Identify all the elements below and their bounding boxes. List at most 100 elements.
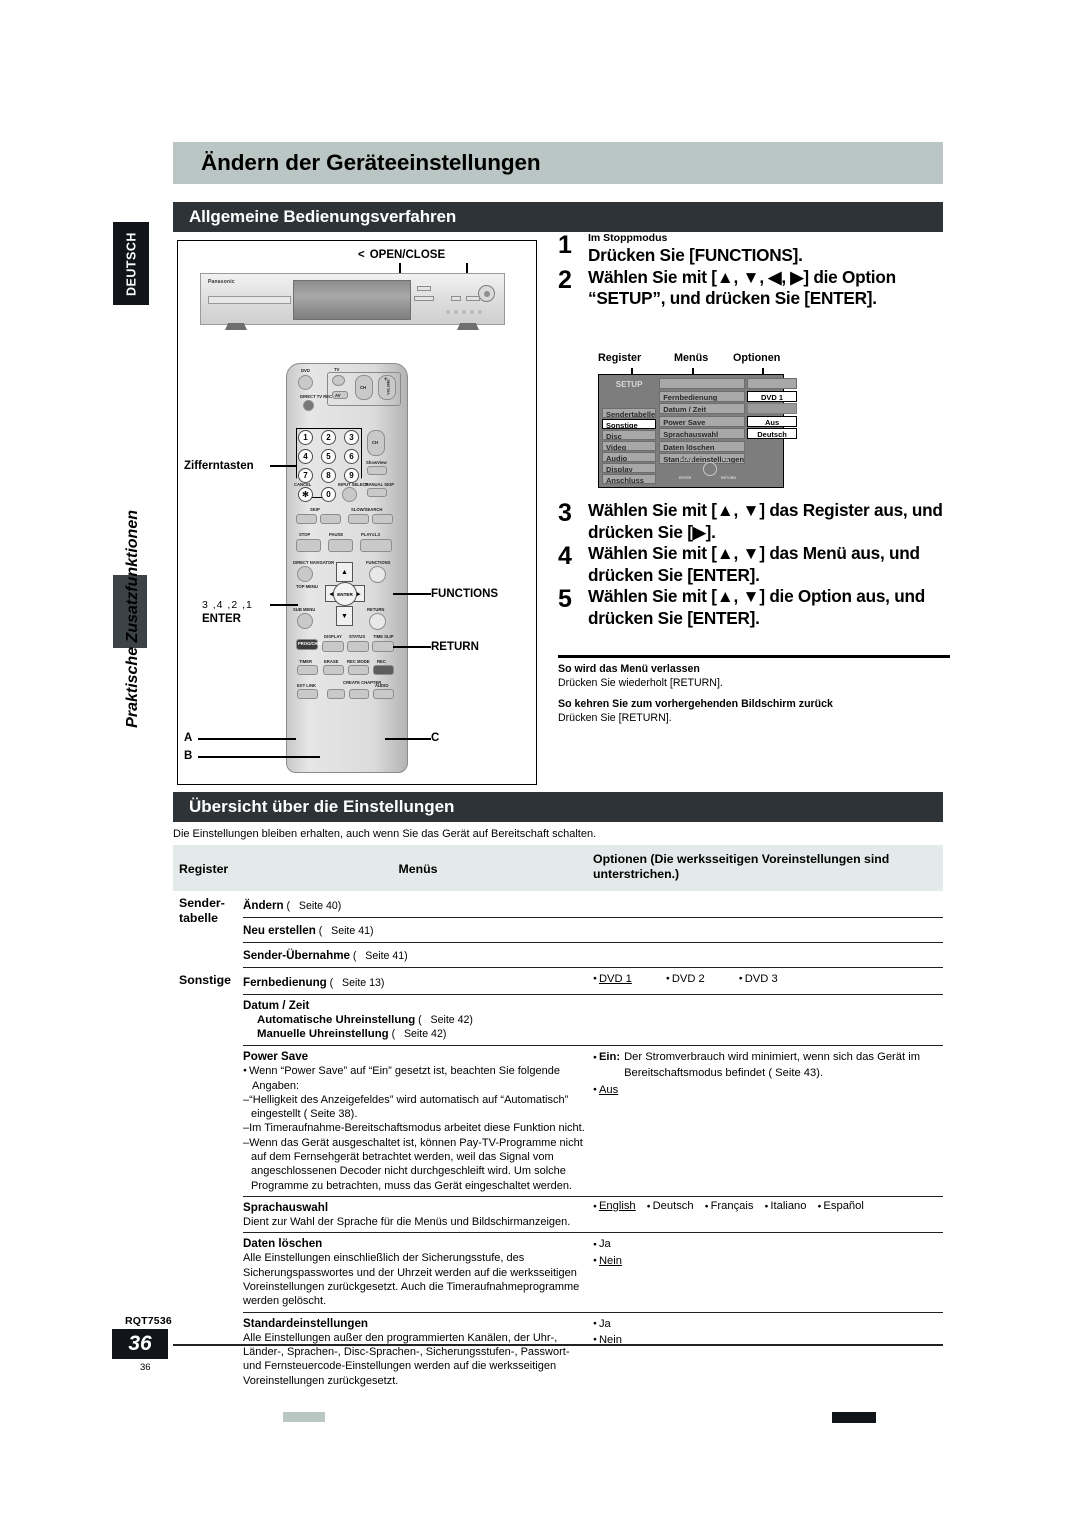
display-button[interactable] — [322, 641, 344, 652]
num-key-9[interactable]: 9 — [344, 468, 359, 483]
osd-menu-power-save[interactable]: Power Save — [659, 415, 746, 427]
ext-link-button[interactable] — [297, 689, 318, 699]
table-row: Sender-Übernahme ( Seite 41) — [243, 943, 943, 968]
osd-tab-video[interactable]: Video — [602, 441, 657, 451]
manual-page: DEUTSCH Praktische Zusatzfunktionen Ände… — [0, 0, 1080, 1528]
remote-label-erase: ERASE — [324, 659, 339, 664]
col-header-register: Register — [179, 862, 229, 876]
language-tab-label: DEUTSCH — [124, 231, 138, 296]
osd-menu-fernbedienung[interactable]: Fernbedienung — [659, 390, 746, 402]
functions-button[interactable] — [369, 566, 386, 583]
osd-menu-daten-loeschen[interactable]: Daten löschen — [659, 440, 746, 452]
osd-option-aus[interactable]: Aus — [747, 415, 798, 427]
option-dvd2: DVD 2 — [671, 972, 705, 985]
option-daten-nein: Nein — [598, 1254, 622, 1267]
timer-button[interactable] — [297, 665, 318, 675]
open-close-button — [414, 296, 434, 301]
open-close-key — [417, 286, 431, 291]
option-italiano: Italiano — [770, 1199, 807, 1212]
option-ein-desc: Der Stromverbrauch wird minimiert, wenn … — [624, 1051, 921, 1080]
num-key-8[interactable]: 8 — [321, 468, 336, 483]
stop-button-remote[interactable] — [296, 539, 321, 552]
num-key-3[interactable]: 3 — [344, 430, 359, 445]
cancel-button[interactable]: ✻ — [298, 487, 313, 502]
table-row: Fernbedienung ( Seite 13) DVD 1 DVD 2 DV… — [243, 968, 943, 995]
dvd-power-button[interactable] — [298, 375, 313, 390]
osd-nav-hint: SELECT TAB ENTER RETURN — [679, 456, 749, 482]
osd-options-column: . DVD 1 Aus Deutsch — [747, 378, 798, 484]
num-key-4[interactable]: 4 — [298, 449, 313, 464]
num-key-7[interactable]: 7 — [298, 468, 313, 483]
showview-button[interactable] — [367, 466, 387, 475]
input-select-button[interactable] — [342, 487, 357, 502]
remote-label-pause: PAUSE — [329, 532, 344, 537]
remote-label-ch: CH — [372, 440, 379, 445]
enter-button[interactable]: ENTER — [333, 582, 357, 606]
skip-back-button[interactable] — [296, 514, 317, 524]
remote-label-rec-mode: REC MODE — [347, 659, 370, 664]
audio-button[interactable] — [373, 689, 394, 699]
osd-setup-screen: SETUP Sendertabelle Sonstige Disc Video … — [598, 374, 798, 488]
osd-tab-sendertabelle[interactable]: Sendertabelle — [602, 408, 657, 418]
time-slip-button[interactable] — [372, 641, 394, 652]
remote-label-status: STATUS — [349, 634, 366, 639]
num-key-6[interactable]: 6 — [344, 449, 359, 464]
osd-tab-display[interactable]: Display — [602, 463, 657, 473]
rec-button-remote[interactable] — [373, 665, 394, 675]
search-back-button[interactable] — [348, 514, 369, 524]
footer-marker-black — [832, 1412, 876, 1423]
osd-tab-audio[interactable]: Audio — [602, 452, 657, 462]
create-chapter-button[interactable] — [349, 689, 369, 699]
osd-menu-datum-zeit[interactable]: Datum / Zeit — [659, 403, 746, 414]
rqt-number: RQT7536 — [125, 1315, 172, 1327]
menu-daten-loeschen: Daten löschen — [243, 1237, 323, 1251]
direct-navigator-button[interactable] — [297, 566, 313, 582]
step-4-number: 4 — [558, 542, 572, 570]
sprachauswahl-desc: Dient zur Wahl der Sprache für die Menüs… — [243, 1216, 571, 1229]
play-button[interactable] — [360, 539, 392, 552]
remote-label-direct-tv-rec: DIRECT TV REC — [300, 394, 333, 399]
num-key-0[interactable]: 0 — [321, 487, 336, 502]
osd-tab-disc[interactable]: Disc — [602, 430, 657, 440]
num-key-5[interactable]: 5 — [321, 449, 336, 464]
table-row: Neu erstellen ( Seite 41) — [243, 918, 943, 943]
pause-button[interactable] — [328, 539, 353, 552]
section-header-2-label: Übersicht über die Einstellungen — [189, 797, 455, 816]
section-header-2: Übersicht über die Einstellungen — [173, 792, 943, 822]
num-key-2[interactable]: 2 — [321, 430, 336, 445]
remote-label-slow-search: SLOW/SEARCH — [351, 507, 383, 512]
notes-divider — [558, 655, 950, 658]
menu-sender-uebernahme: Sender-Übernahme — [243, 948, 350, 962]
osd-title: SETUP — [602, 378, 657, 391]
erase-button[interactable] — [323, 665, 344, 675]
osd-tab-sonstige[interactable]: Sonstige — [602, 419, 657, 429]
rec-mode-button[interactable] — [348, 665, 369, 675]
step-5: 5 Wählen Sie mit [▲, ▼] die Option aus, … — [558, 586, 950, 629]
osd-tab-anschluss[interactable]: Anschluss — [602, 474, 657, 484]
osd-option-deutsch[interactable]: Deutsch — [747, 428, 798, 439]
sub-menu-button[interactable] — [297, 613, 313, 629]
osd-menu-sprachauswahl[interactable]: Sprachauswahl — [659, 428, 746, 439]
return-button[interactable] — [369, 613, 386, 630]
option-standard-ja: Ja — [598, 1317, 611, 1330]
enter-callout-label: ENTER — [202, 613, 241, 625]
dpad-up-button[interactable]: ▲ — [336, 562, 353, 582]
brand-label: Panasonic — [208, 279, 235, 285]
remote-label-av: AV — [335, 393, 341, 398]
num-key-1[interactable]: 1 — [298, 430, 313, 445]
direct-tv-rec-button[interactable] — [303, 400, 314, 411]
osd-option-dvd1[interactable]: DVD 1 — [747, 390, 798, 402]
manual-skip-button[interactable] — [367, 488, 387, 497]
remote-label-ext-link: EXT LINK — [297, 683, 317, 688]
table-row: Standardeinstellungen Alle Einstellungen… — [243, 1313, 943, 1391]
search-fwd-button[interactable] — [372, 514, 393, 524]
skip-fwd-button[interactable] — [320, 514, 341, 524]
tv-power-button[interactable] — [332, 375, 345, 386]
option-francais: Français — [710, 1199, 754, 1212]
display-window — [208, 296, 291, 304]
status-button[interactable] — [347, 641, 369, 652]
dpad-down-button[interactable]: ▼ — [336, 606, 353, 626]
step-5-text: Wählen Sie mit [▲, ▼] die Option aus, un… — [588, 586, 925, 628]
remote-label-manual-skip: MANUAL SKIP — [365, 482, 395, 487]
chapter-mark-button[interactable] — [327, 689, 345, 699]
